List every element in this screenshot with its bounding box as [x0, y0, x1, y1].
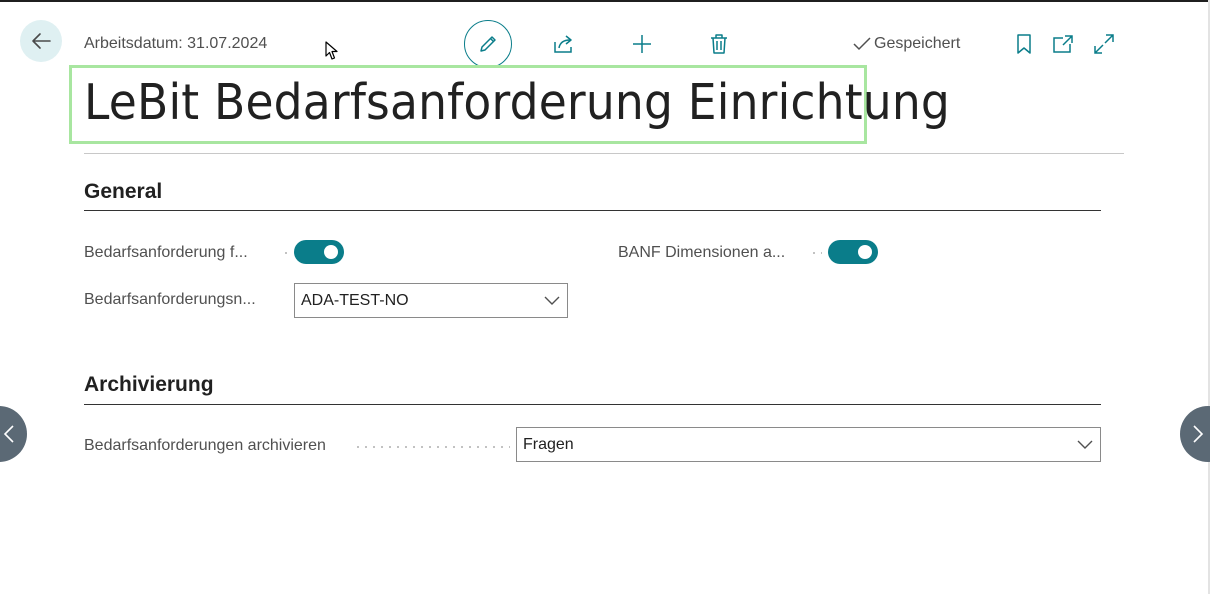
plus-icon	[633, 35, 651, 53]
archive-label: Bedarfsanforderungen archivieren	[84, 437, 326, 454]
back-button[interactable]	[20, 20, 62, 62]
saved-status: Gespeichert	[852, 35, 960, 53]
mouse-cursor-icon	[325, 41, 338, 60]
leader-dots	[810, 252, 822, 254]
chevron-down-icon	[537, 296, 567, 306]
section-archiving-heading[interactable]: Archivierung	[84, 373, 214, 397]
trash-icon	[711, 34, 727, 54]
window-top-border	[0, 0, 1210, 2]
leader-dots	[354, 446, 510, 448]
bookmark-button[interactable]	[1012, 30, 1036, 58]
chevron-right-icon	[1193, 425, 1204, 443]
popout-icon	[1053, 35, 1073, 53]
banf-dimensions-label: BANF Dimensionen a...	[618, 244, 786, 261]
checkmark-icon	[853, 37, 871, 51]
edit-button[interactable]	[464, 20, 512, 68]
chevron-down-icon	[1070, 440, 1100, 450]
expand-button[interactable]	[1090, 30, 1118, 58]
req-toggle-switch[interactable]	[294, 240, 344, 264]
add-button[interactable]	[628, 30, 656, 58]
delete-button[interactable]	[705, 30, 733, 58]
title-divider	[84, 153, 1124, 154]
archive-value: Fragen	[523, 435, 574, 453]
share-icon	[554, 35, 572, 53]
saved-status-label: Gespeichert	[874, 35, 961, 52]
section-general-divider	[84, 210, 1101, 211]
req-nos-label: Bedarfsanforderungsn...	[84, 291, 256, 308]
toggle-knob	[324, 245, 338, 259]
back-arrow-icon	[32, 33, 51, 49]
section-general-heading[interactable]: General	[84, 180, 162, 204]
archive-select[interactable]: Fragen	[516, 427, 1101, 462]
pencil-icon	[480, 36, 496, 52]
chevron-left-icon	[3, 425, 14, 443]
leader-dots	[282, 252, 290, 254]
open-new-window-button[interactable]	[1050, 30, 1076, 58]
previous-record-button[interactable]	[0, 406, 27, 462]
page-title: LeBit Bedarfsanforderung Einrichtung	[84, 74, 951, 131]
toggle-knob	[858, 245, 872, 259]
req-toggle-label: Bedarfsanforderung f...	[84, 244, 248, 261]
share-button[interactable]	[550, 30, 578, 58]
banf-dimensions-toggle[interactable]	[828, 240, 878, 264]
work-date: Arbeitsdatum: 31.07.2024	[84, 35, 268, 52]
expand-icon	[1094, 34, 1114, 54]
req-nos-value: ADA-TEST-NO	[301, 291, 409, 309]
next-record-button[interactable]	[1180, 406, 1210, 462]
section-archiving-divider	[84, 404, 1101, 405]
req-nos-select[interactable]: ADA-TEST-NO	[294, 283, 568, 318]
bookmark-icon	[1017, 34, 1031, 54]
